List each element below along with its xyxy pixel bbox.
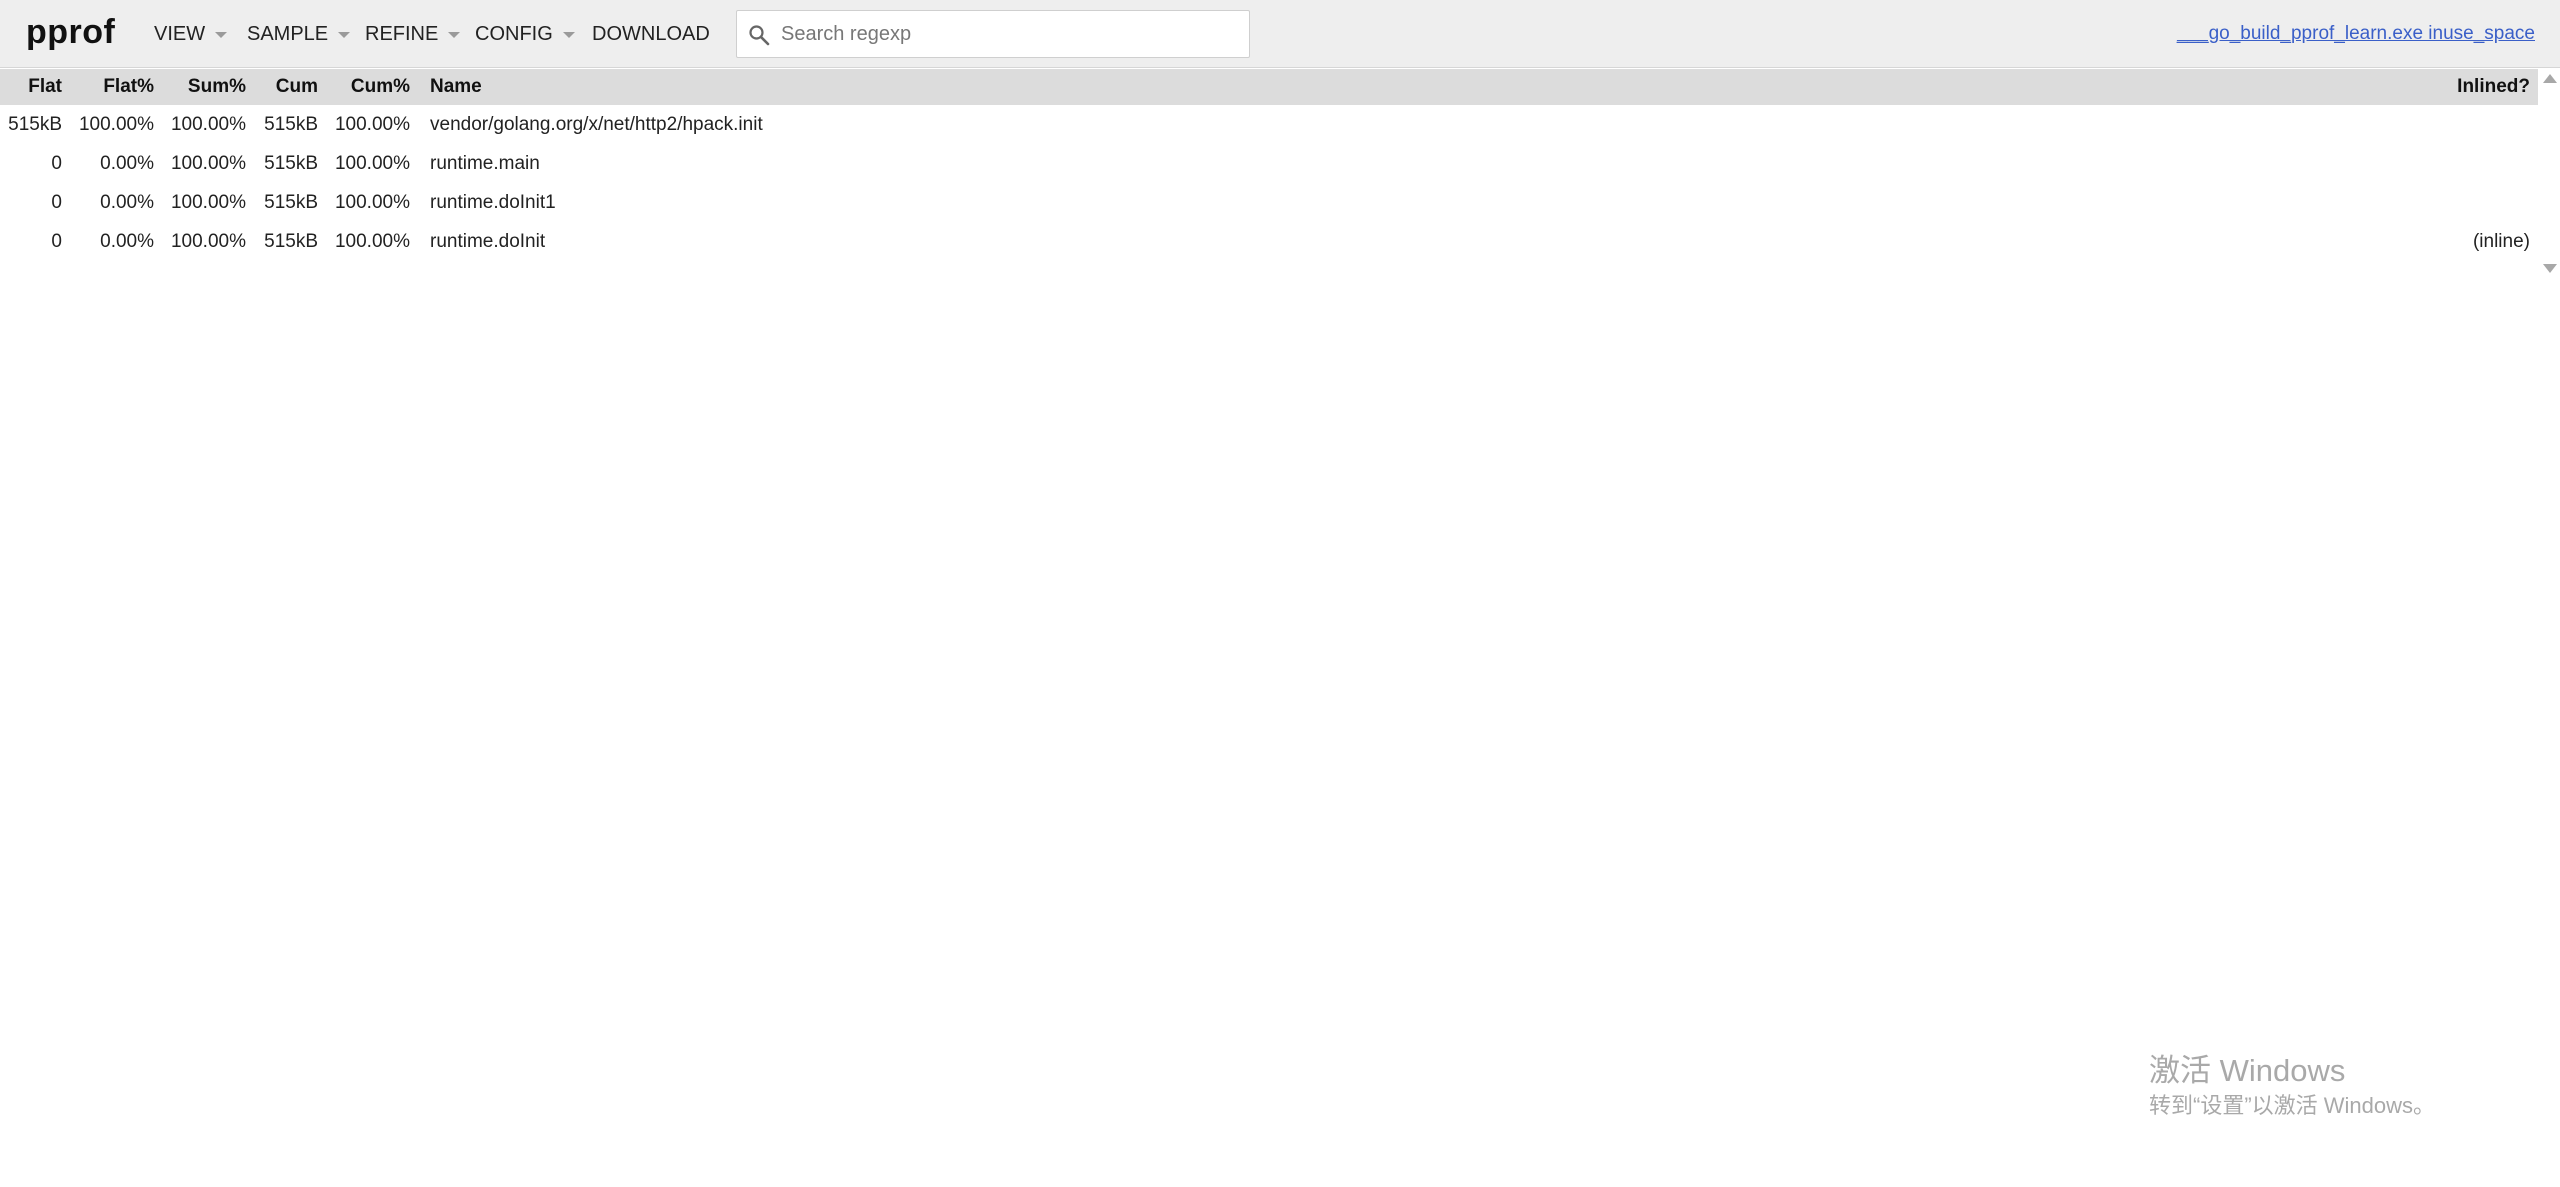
cell-flat: 0	[51, 191, 62, 213]
menu-refine-label: REFINE	[365, 23, 439, 45]
column-header-sum-pct[interactable]: Sum%	[166, 69, 258, 105]
menu-config[interactable]: CONFIG	[475, 20, 575, 48]
menu-refine[interactable]: REFINE	[365, 20, 461, 48]
cell-flat-pct: 100.00%	[78, 113, 154, 135]
scroll-up-arrow-icon[interactable]	[2543, 74, 2557, 83]
cell-cum-pct: 100.00%	[334, 152, 410, 174]
chevron-down-icon	[215, 32, 228, 38]
table-header-row: Flat Flat% Sum% Cum Cum% Name Inlined?	[0, 69, 2538, 105]
table-row[interactable]: 0 0.00% 100.00% 515kB 100.00% runtime.do…	[0, 222, 2538, 261]
cell-name: runtime.doInit	[430, 230, 546, 252]
chevron-down-icon	[448, 32, 461, 38]
menu-view-label: VIEW	[154, 23, 206, 45]
menu-config-label: CONFIG	[475, 23, 553, 45]
top-table: Flat Flat% Sum% Cum Cum% Name Inlined? 5…	[0, 69, 2538, 261]
watermark-title: 激活 Windows	[2149, 1053, 2346, 1088]
cell-sum-pct: 100.00%	[170, 152, 246, 174]
cell-cum: 515kB	[264, 230, 318, 252]
cell-inlined	[2144, 105, 2538, 144]
top-table-container: Flat Flat% Sum% Cum Cum% Name Inlined? 5…	[0, 69, 2538, 279]
menu-sample-label: SAMPLE	[247, 23, 329, 45]
cell-cum: 515kB	[264, 152, 318, 174]
menu-download[interactable]: DOWNLOAD	[592, 20, 710, 48]
toolbar: pprof VIEW SAMPLE REFINE CONFIG DOWNLOAD…	[0, 0, 2560, 68]
table-row[interactable]: 515kB 100.00% 100.00% 515kB 100.00% vend…	[0, 105, 2538, 144]
app-logo: pprof	[26, 13, 116, 51]
profile-name-link[interactable]: ___go_build_pprof_learn.exe inuse_space	[2177, 20, 2535, 48]
menu-sample[interactable]: SAMPLE	[247, 20, 351, 48]
cell-cum: 515kB	[264, 113, 318, 135]
cell-inlined: (inline)	[2472, 230, 2530, 252]
cell-flat: 515kB	[8, 113, 62, 135]
search-box	[736, 10, 1250, 58]
chevron-down-icon	[338, 32, 351, 38]
cell-sum-pct: 100.00%	[170, 191, 246, 213]
column-header-inlined[interactable]: Inlined?	[2144, 69, 2538, 105]
cell-inlined	[2144, 183, 2538, 222]
column-header-flat[interactable]: Flat	[0, 69, 74, 105]
chevron-down-icon	[562, 32, 575, 38]
cell-flat: 0	[51, 230, 62, 252]
cell-name: vendor/golang.org/x/net/http2/hpack.init	[430, 113, 763, 135]
search-icon	[749, 25, 770, 46]
menu-download-label: DOWNLOAD	[592, 23, 710, 45]
cell-cum: 515kB	[264, 191, 318, 213]
windows-activation-watermark: 激活 Windows 转到“设置”以激活 Windows。	[2149, 1052, 2435, 1121]
menu-view[interactable]: VIEW	[154, 20, 228, 48]
table-scrollbar[interactable]	[2538, 69, 2560, 279]
cell-name: runtime.main	[430, 152, 540, 174]
table-row[interactable]: 0 0.00% 100.00% 515kB 100.00% runtime.ma…	[0, 144, 2538, 183]
cell-sum-pct: 100.00%	[170, 230, 246, 252]
cell-sum-pct: 100.00%	[170, 113, 246, 135]
cell-cum-pct: 100.00%	[334, 230, 410, 252]
cell-inlined	[2144, 144, 2538, 183]
cell-flat-pct: 0.00%	[100, 230, 154, 252]
scroll-down-arrow-icon[interactable]	[2543, 264, 2557, 273]
cell-cum-pct: 100.00%	[334, 191, 410, 213]
cell-cum-pct: 100.00%	[334, 113, 410, 135]
column-header-cum-pct[interactable]: Cum%	[330, 69, 422, 105]
cell-name: runtime.doInit1	[430, 191, 556, 213]
table-row[interactable]: 0 0.00% 100.00% 515kB 100.00% runtime.do…	[0, 183, 2538, 222]
watermark-subtitle: 转到“设置”以激活 Windows。	[2149, 1093, 2436, 1118]
cell-flat-pct: 0.00%	[100, 152, 154, 174]
column-header-cum[interactable]: Cum	[258, 69, 330, 105]
cell-flat: 0	[51, 152, 62, 174]
cell-flat-pct: 0.00%	[100, 191, 154, 213]
column-header-name[interactable]: Name	[422, 69, 2144, 105]
column-header-flat-pct[interactable]: Flat%	[74, 69, 166, 105]
search-input[interactable]	[779, 11, 1239, 57]
